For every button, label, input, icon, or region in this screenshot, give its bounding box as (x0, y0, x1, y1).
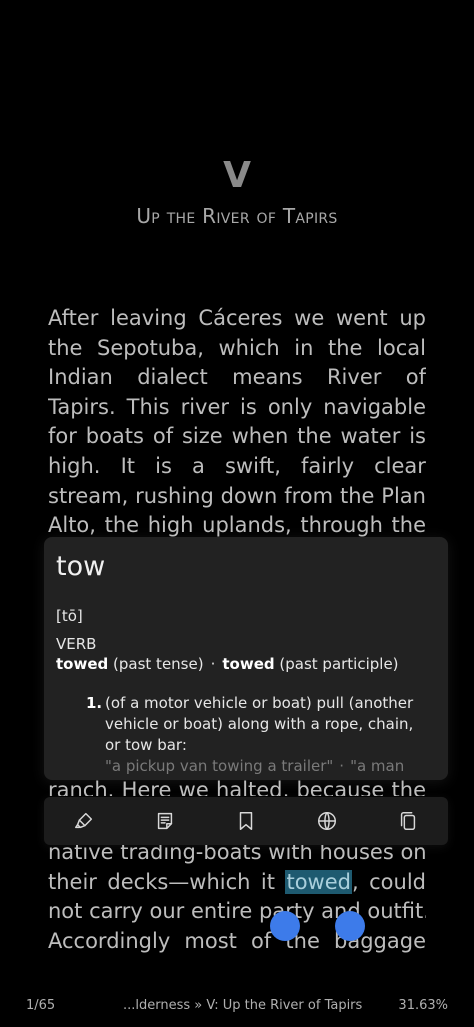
page-counter: 1/65 (26, 998, 56, 1013)
definition-number: 1. (86, 694, 103, 712)
dictionary-definition: 1. (of a motor vehicle or boat) pull (an… (86, 693, 422, 756)
text-word: a (192, 453, 205, 478)
chapter-title: Up the River of Tapirs (136, 204, 338, 228)
copy-button[interactable] (388, 801, 428, 841)
translate-button[interactable] (307, 801, 347, 841)
chapter-number: V (223, 155, 251, 196)
example-separator: · (339, 757, 345, 775)
inflection-form: towed (222, 655, 275, 673)
selection-toolbar (44, 797, 448, 845)
page-text-top[interactable]: After leaving Cáceres we went up the Sep… (48, 304, 426, 541)
text-word: means (232, 365, 303, 390)
dictionary-part-of-speech: VERB (56, 635, 97, 653)
inflection-label: (past participle) (279, 655, 399, 673)
selected-word[interactable]: towed (285, 869, 352, 894)
text-line-partial: ranch. Here we halted, because the (48, 778, 426, 796)
reading-progress: 31.63% (398, 998, 448, 1013)
inflection-label: (past tense) (113, 655, 204, 673)
example-text: "a pickup van towing a trailer" (105, 757, 334, 775)
text-word: fairly (301, 453, 354, 478)
selection-end-handle[interactable] (335, 911, 365, 941)
example-text: "a man (350, 757, 405, 775)
text-line: stream, rushing down from the Plan (48, 483, 426, 508)
dictionary-inflections: towed (past tense) · towed (past participl… (56, 655, 399, 673)
bookmark-icon (239, 812, 253, 830)
note-icon (158, 812, 173, 830)
text-line: not carry our entire party and outfit. (48, 899, 426, 924)
text-word: of (405, 365, 426, 390)
text-segment: their decks—which it (48, 869, 286, 894)
text-line: Accordingly most of the baggage (48, 928, 426, 953)
reader-status-bar: 1/65 ...lderness » V: Up the River of Ta… (0, 996, 474, 1016)
text-word: swift, (225, 453, 281, 478)
dictionary-headword: tow (56, 551, 106, 582)
text-line-with-selection: their decks—which it towed, could (48, 868, 426, 898)
selection-start-handle[interactable] (270, 911, 300, 941)
text-word: clear (374, 453, 426, 478)
highlighter-icon (75, 812, 93, 829)
text-line: Indian dialect means River of (48, 363, 426, 393)
globe-icon (317, 812, 336, 830)
text-line: for boats of size when the water is (48, 424, 426, 449)
add-note-button[interactable] (145, 801, 185, 841)
inflection-separator: · (210, 655, 216, 673)
text-word: River (326, 365, 382, 390)
text-word: dialect (137, 365, 208, 390)
text-line: Tapirs. This river is only navigable (48, 394, 426, 419)
text-word: high. (48, 453, 101, 478)
text-line-partial-text: ranch. Here we halted, because the (48, 778, 426, 796)
text-segment: , could (351, 869, 426, 894)
dictionary-popup[interactable]: tow [tō] VERB towed (past tense) · towed (… (44, 537, 448, 780)
text-word: is (155, 453, 172, 478)
page-text-bottom[interactable]: native trading-boats with houses on thei… (48, 838, 426, 956)
inflection-form: towed (56, 655, 109, 673)
text-word: It (120, 453, 136, 478)
bookmark-button[interactable] (226, 801, 266, 841)
text-line: high. It is a swift, fairly clear (48, 452, 426, 482)
dictionary-pronunciation: [tō] (56, 607, 83, 625)
highlight-button[interactable] (64, 801, 104, 841)
text-line: After leaving Cáceres we went up (48, 306, 426, 330)
text-word: Indian (48, 365, 113, 390)
copy-icon (400, 812, 415, 830)
text-line: the Sepotuba, which in the local (48, 335, 426, 360)
chapter-location: ...lderness » V: Up the River of Tapirs (123, 998, 363, 1013)
dictionary-examples: "a pickup van towing a trailer" · "a man (105, 757, 445, 775)
definition-text: (of a motor vehicle or boat) pull (anoth… (105, 694, 414, 754)
